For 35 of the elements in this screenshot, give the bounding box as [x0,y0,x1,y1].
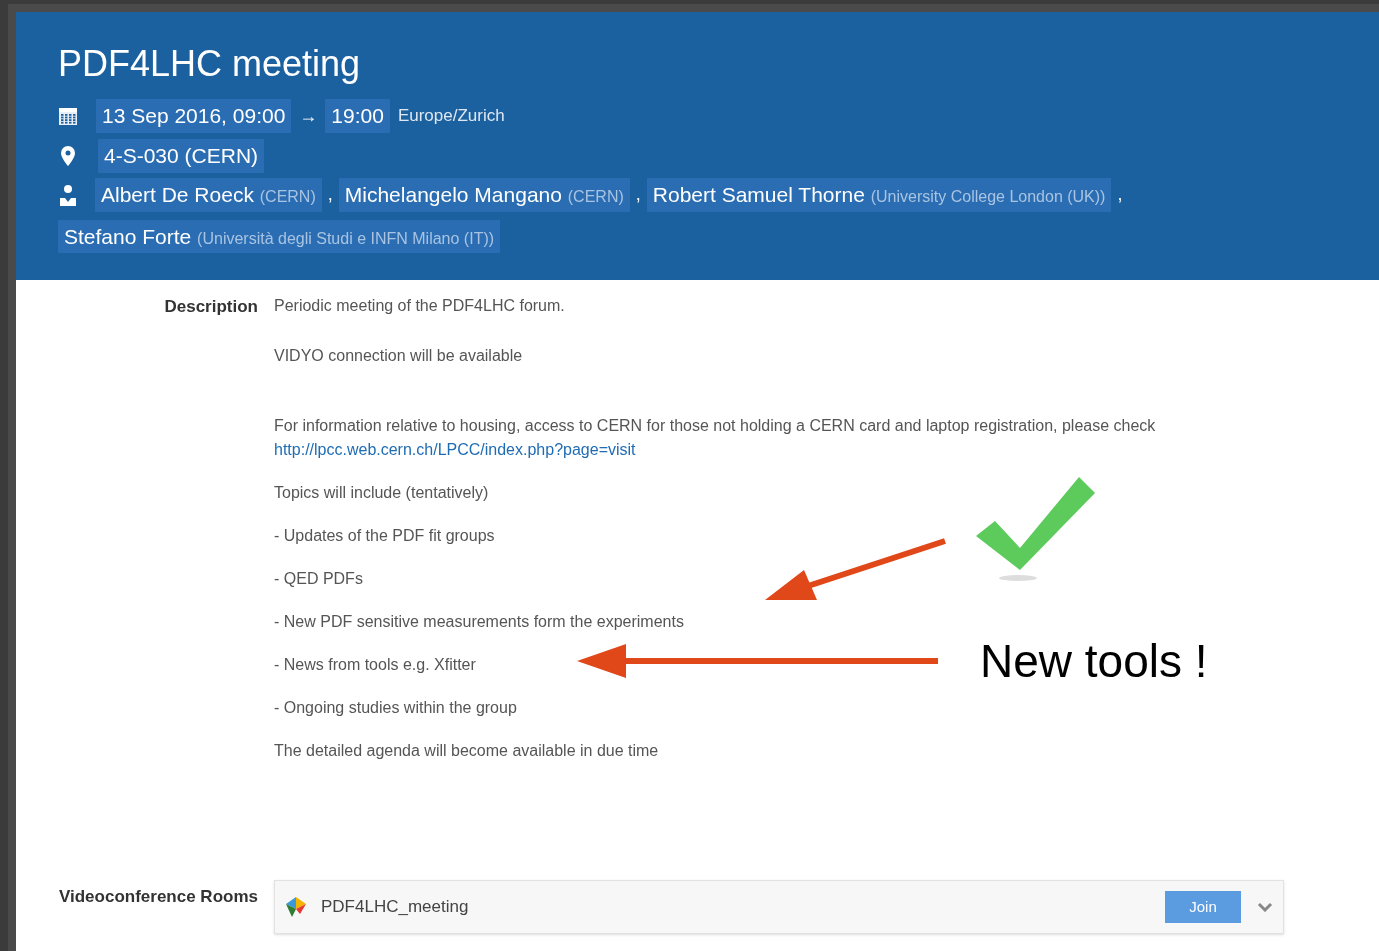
chairperson: Robert Samuel Thorne (University College London (UK)) [646,178,1112,212]
vidyo-logo-icon [285,896,307,918]
chevron-down-icon[interactable] [1257,902,1273,912]
chairperson: Albert De Roeck (CERN) [95,178,322,212]
event-title: PDF4LHC meeting [58,42,362,86]
chairperson: Michelangelo Mangano (CERN) [338,178,630,212]
description-text: - News from tools e.g. Xfitter [274,655,476,675]
description-text: Periodic meeting of the PDF4LHC forum. [274,296,565,316]
description-text: Topics will include (tentatively) [274,483,489,503]
arrow-text: → [299,104,318,128]
join-button[interactable]: Join [1165,891,1241,923]
comma: , [635,183,641,207]
location: 4-S-030 (CERN) [98,139,265,173]
description-text: - Ongoing studies within the group [274,698,517,718]
description-text: - QED PDFs [274,569,363,589]
location-pin-icon [61,146,75,166]
calendar-icon [58,106,78,126]
timezone: Europe/Zurich [397,105,505,128]
description-text: VIDYO connection will be available [274,346,523,366]
comma: , [327,183,333,207]
start-date: 13 Sep 2016, 09:00 [96,99,292,133]
videoconference-label: Videoconference Rooms [57,886,259,909]
comma: , [1117,183,1123,207]
description-text: - New PDF sensitive measurements form the experiments [274,612,684,632]
description-text: - Updates of the PDF fit groups [274,526,495,546]
description-text: For information relative to housing, access to CERN for those not holding a CERN card and laptop registration, please check [274,416,1156,436]
end-time: 19:00 [325,99,390,133]
checkmark-icon [976,477,1095,581]
visit-link[interactable]: http://lpcc.web.cern.ch/LPCC/index.php?page=visit [274,441,636,458]
description-text: The detailed agenda will become available in due time [274,741,659,761]
description-label: Description [163,296,259,318]
room-name: PDF4LHC_meeting [321,896,470,919]
chairperson: Stefano Forte (Università degli Studi e INFN Milano (IT)) [58,219,501,253]
person-icon [58,183,78,206]
annotation-text: New tools ! [980,634,1208,688]
